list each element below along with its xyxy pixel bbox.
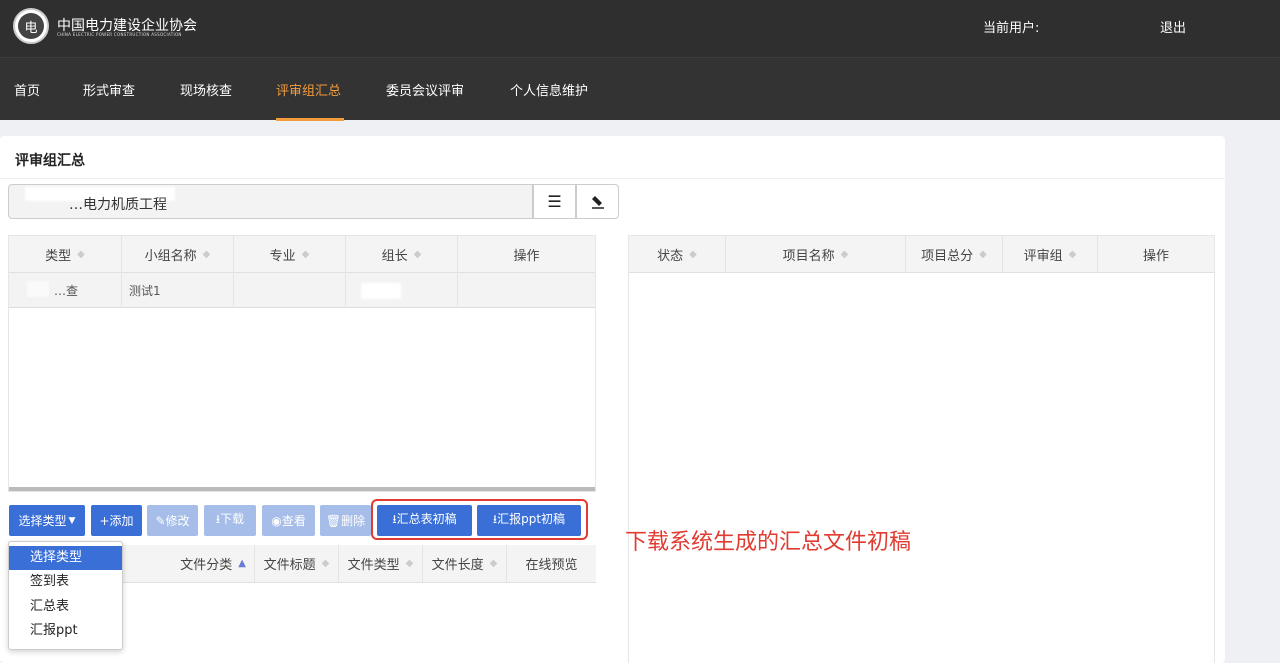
panel-divider [0,178,1225,179]
association-logo: 电 [13,8,49,44]
view-button[interactable]: ◉查看 [262,505,315,536]
top-bar: 电 中国电力建设企业协会 CHINA ELECTRIC POWER CONSTR… [0,0,1280,57]
type-dropdown-menu: 选择类型 签到表 汇总表 汇报ppt [8,541,123,650]
annotation-text: 下载系统生成的汇总文件初稿 [625,530,912,555]
add-button[interactable]: +添加 [91,505,142,536]
project-select[interactable]: …电力机质工程 [8,184,533,219]
edit-button[interactable]: ✎修改 [147,505,198,536]
col-file-title[interactable]: 文件标题 ◆ [255,545,339,582]
sort-icon: ◆ [689,249,697,260]
col-project-ops: 操作 [1142,249,1169,264]
logo-emblem-icon: 电 [18,13,44,39]
sort-icon: ◆ [405,558,414,569]
project-table: 状态 ◆ 项目名称 ◆ 项目总分 ◆ 评审组 ◆ 操作 [628,235,1215,663]
cell-major [234,273,346,308]
sort-icon: ◆ [77,249,85,260]
sort-icon: ◆ [840,249,849,260]
table-row[interactable]: …查 测试1 [9,273,595,308]
sort-icon: ◆ [1068,249,1077,260]
cell-group-name: 测试1 [122,273,234,308]
sort-icon: ◆ [413,249,422,260]
col-project-name[interactable]: 项目名称 ◆ [726,236,906,273]
list-icon: ☰ [547,192,562,211]
group-table: 类型 ◆ 小组名称 ◆ 专业 ◆ 组长 ◆ 操作 …查 测试1 [8,235,596,492]
col-review-group[interactable]: 评审组 ◆ [1003,236,1098,273]
project-select-value: …电力机质工程 [69,197,167,213]
annotation-highlight-box [371,499,588,540]
cell-ops [458,273,595,308]
col-ops: 操作 [513,249,540,264]
sort-icon: ◆ [489,558,498,569]
cell-type: …查 [9,273,122,308]
page-title: 评审组汇总 [15,153,85,169]
download-button[interactable]: ⭳下载 [204,505,256,536]
col-status[interactable]: 状态 ◆ [629,236,726,273]
dropdown-option-report-ppt[interactable]: 汇报ppt [9,619,122,643]
current-user-label: 当前用户: [983,21,1040,36]
col-type[interactable]: 类型 ◆ [9,236,122,273]
group-table-header: 类型 ◆ 小组名称 ◆ 专业 ◆ 组长 ◆ 操作 [9,236,595,273]
col-major[interactable]: 专业 ◆ [234,236,346,273]
col-leader[interactable]: 组长 ◆ [346,236,458,273]
sort-icon: ◆ [301,249,310,260]
dropdown-option-select-type[interactable]: 选择类型 [9,546,122,570]
delete-button[interactable]: 🗑删除 [320,505,371,536]
col-file-length[interactable]: 文件长度 ◆ [423,545,507,582]
select-type-button[interactable]: 选择类型 ▼ [9,505,85,536]
eraser-icon [591,195,604,209]
horizontal-scrollbar[interactable] [9,487,595,491]
nav-item-formal-review[interactable]: 形式审查 [83,80,135,99]
brand-name-en: CHINA ELECTRIC POWER CONSTRUCTION ASSOCI… [57,32,182,37]
cell-leader [346,273,458,308]
redaction-block [27,281,49,297]
dropdown-option-sign-in-sheet[interactable]: 签到表 [9,570,122,594]
list-button[interactable]: ☰ [533,184,576,219]
sort-icon: ◆ [979,249,987,260]
nav-item-personal-info[interactable]: 个人信息维护 [510,80,588,99]
main-nav: 首页 形式审查 现场核查 评审组汇总 委员会议评审 个人信息维护 [0,57,1280,121]
sort-icon: ◆ [202,249,211,260]
nav-active-indicator [276,118,344,121]
col-file-type[interactable]: 文件类型 ◆ [339,545,423,582]
logout-link[interactable]: 退出 [1160,17,1186,36]
nav-item-committee-review[interactable]: 委员会议评审 [386,80,464,99]
nav-item-group-summary[interactable]: 评审组汇总 [276,80,341,99]
col-group-name[interactable]: 小组名称 ◆ [122,236,234,273]
col-online-preview: 在线预览 [525,558,578,573]
nav-item-home[interactable]: 首页 [14,80,40,99]
caret-down-icon: ▼ [68,515,76,526]
sort-asc-icon: ▲ [238,558,246,569]
sort-icon: ◆ [321,558,330,569]
nav-item-site-check[interactable]: 现场核查 [180,80,232,99]
col-total-score[interactable]: 项目总分 ◆ [906,236,1003,273]
dropdown-option-summary-sheet[interactable]: 汇总表 [9,595,122,619]
redaction-block [361,283,401,299]
clear-button[interactable] [576,184,619,219]
project-table-header: 状态 ◆ 项目名称 ◆ 项目总分 ◆ 评审组 ◆ 操作 [629,236,1214,273]
